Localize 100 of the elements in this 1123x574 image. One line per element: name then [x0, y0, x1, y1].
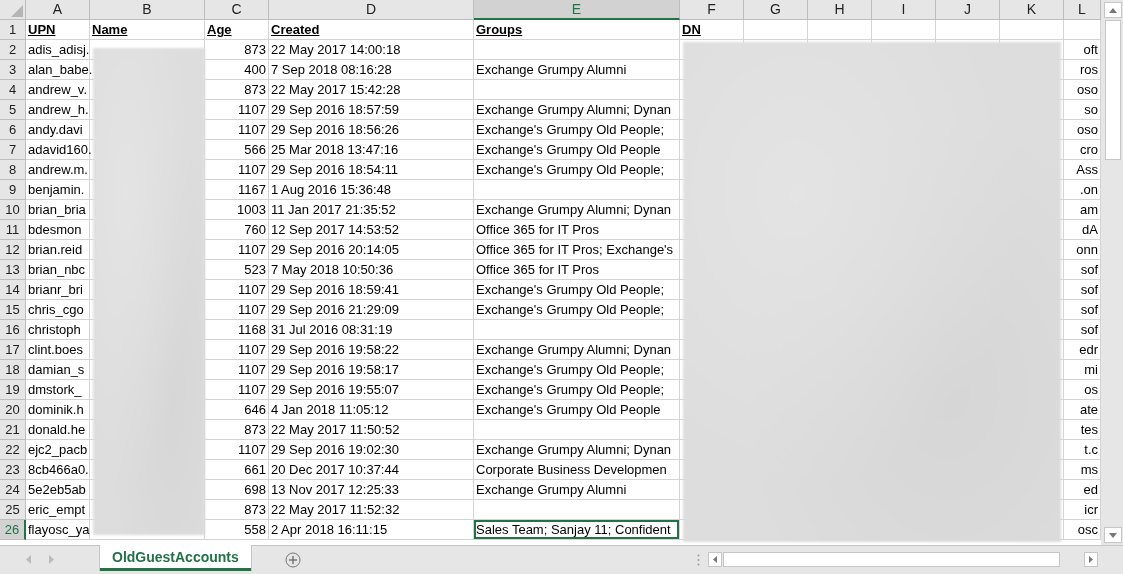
table-cell: ejc2_pacb	[26, 440, 90, 460]
column-header[interactable]: C	[205, 0, 269, 20]
caret-down-icon	[1109, 532, 1117, 538]
table-cell: 29 Sep 2016 21:29:09	[269, 300, 474, 320]
row-header[interactable]: 3	[0, 60, 26, 80]
table-cell: clint.boes	[26, 340, 90, 360]
empty-cell	[872, 20, 936, 40]
empty-cell	[808, 20, 872, 40]
table-cell: Exchange Grumpy Alumni; Dynan	[474, 440, 680, 460]
row-header[interactable]: 4	[0, 80, 26, 100]
empty-cell	[744, 20, 808, 40]
table-cell: 20 Dec 2017 10:37:44	[269, 460, 474, 480]
table-cell: Office 365 for IT Pros; Exchange's	[474, 240, 680, 260]
table-cell: 29 Sep 2016 18:56:26	[269, 120, 474, 140]
table-cell: andrew.m.	[26, 160, 90, 180]
table-cell: 22 May 2017 14:00:18	[269, 40, 474, 60]
table-cell: 29 Sep 2016 19:55:07	[269, 380, 474, 400]
scrollbar-thumb[interactable]	[722, 552, 1061, 567]
table-cell: 5e2eb5ab	[26, 480, 90, 500]
table-cell: adavid160.	[26, 140, 90, 160]
table-cell: damian_s	[26, 360, 90, 380]
row-header[interactable]: 5	[0, 100, 26, 120]
table-cell: Exchange Grumpy Alumni	[474, 480, 680, 500]
table-cell: flayosc_ya	[26, 520, 90, 540]
table-cell: dmstork_	[26, 380, 90, 400]
table-cell: 7 Sep 2018 08:16:28	[269, 60, 474, 80]
column-header[interactable]: B	[90, 0, 205, 20]
column-heading: Groups	[474, 20, 680, 40]
table-cell: Corporate Business Developmen	[474, 460, 680, 480]
table-cell: Exchange's Grumpy Old People;	[474, 160, 680, 180]
column-header[interactable]: E	[474, 0, 680, 20]
scroll-right-button[interactable]	[1084, 552, 1098, 567]
row-header[interactable]: 17	[0, 340, 26, 360]
table-cell: adis_adisj.	[26, 40, 90, 60]
table-cell: 29 Sep 2016 19:02:30	[269, 440, 474, 460]
table-cell: eric_empt	[26, 500, 90, 520]
row-header[interactable]: 16	[0, 320, 26, 340]
column-header[interactable]: J	[936, 0, 1000, 20]
column-header[interactable]: G	[744, 0, 808, 20]
row-header[interactable]: 6	[0, 120, 26, 140]
caret-left-icon	[712, 556, 717, 563]
row-header[interactable]: 2	[0, 40, 26, 60]
table-cell: Office 365 for IT Pros	[474, 220, 680, 240]
column-header[interactable]: D	[269, 0, 474, 20]
row-header[interactable]: 24	[0, 480, 26, 500]
table-cell: Exchange's Grumpy Old People	[474, 400, 680, 420]
row-header[interactable]: 12	[0, 240, 26, 260]
column-header[interactable]: I	[872, 0, 936, 20]
table-cell: brian.reid	[26, 240, 90, 260]
table-cell: 11 Jan 2017 21:35:52	[269, 200, 474, 220]
column-header[interactable]: L	[1064, 0, 1101, 20]
caret-up-icon	[1109, 7, 1117, 13]
row-header[interactable]: 10	[0, 200, 26, 220]
table-cell: Office 365 for IT Pros	[474, 260, 680, 280]
add-sheet-icon[interactable]	[284, 552, 301, 568]
scroll-left-button[interactable]	[707, 552, 722, 567]
row-header[interactable]: 25	[0, 500, 26, 520]
sheet-tab[interactable]: OldGuestAccounts	[100, 545, 251, 571]
row-header[interactable]: 7	[0, 140, 26, 160]
column-heading: DN	[680, 20, 744, 40]
empty-cell	[936, 20, 1000, 40]
table-cell: 22 May 2017 11:52:32	[269, 500, 474, 520]
row-header[interactable]: 26	[0, 520, 26, 540]
row-header[interactable]: 13	[0, 260, 26, 280]
row-header[interactable]: 19	[0, 380, 26, 400]
row-header[interactable]: 15	[0, 300, 26, 320]
column-header[interactable]: H	[808, 0, 872, 20]
row-header[interactable]: 11	[0, 220, 26, 240]
table-cell: andrew_h.	[26, 100, 90, 120]
table-cell: Exchange Grumpy Alumni; Dynan	[474, 100, 680, 120]
row-header[interactable]: 9	[0, 180, 26, 200]
table-cell: Exchange's Grumpy Old People;	[474, 280, 680, 300]
row-header[interactable]: 23	[0, 460, 26, 480]
table-cell: 12 Sep 2017 14:53:52	[269, 220, 474, 240]
scroll-down-button[interactable]	[1104, 527, 1122, 543]
column-heading: Created	[269, 20, 474, 40]
table-cell: donald.he	[26, 420, 90, 440]
row-header[interactable]: 18	[0, 360, 26, 380]
row-header[interactable]: 14	[0, 280, 26, 300]
splitter-handle-icon[interactable]	[696, 554, 700, 566]
next-sheet-icon[interactable]	[49, 555, 54, 564]
table-cell: Exchange's Grumpy Old People	[474, 140, 680, 160]
column-header[interactable]: A	[26, 0, 90, 20]
table-cell: 29 Sep 2016 18:54:11	[269, 160, 474, 180]
table-cell: Exchange's Grumpy Old People;	[474, 380, 680, 400]
row-header[interactable]: 1	[0, 20, 26, 40]
row-header[interactable]: 21	[0, 420, 26, 440]
scroll-up-button[interactable]	[1104, 2, 1122, 18]
column-header[interactable]: K	[1000, 0, 1064, 20]
caret-right-icon	[1088, 556, 1093, 563]
row-header[interactable]: 20	[0, 400, 26, 420]
column-header[interactable]: F	[680, 0, 744, 20]
row-header[interactable]: 8	[0, 160, 26, 180]
table-cell: 2 Apr 2018 16:11:15	[269, 520, 474, 540]
table-cell: christoph	[26, 320, 90, 340]
row-header[interactable]: 22	[0, 440, 26, 460]
scrollbar-thumb[interactable]	[1105, 20, 1121, 160]
select-all-icon[interactable]	[11, 5, 23, 17]
table-cell: 7 May 2018 10:50:36	[269, 260, 474, 280]
previous-sheet-icon[interactable]	[26, 555, 31, 564]
